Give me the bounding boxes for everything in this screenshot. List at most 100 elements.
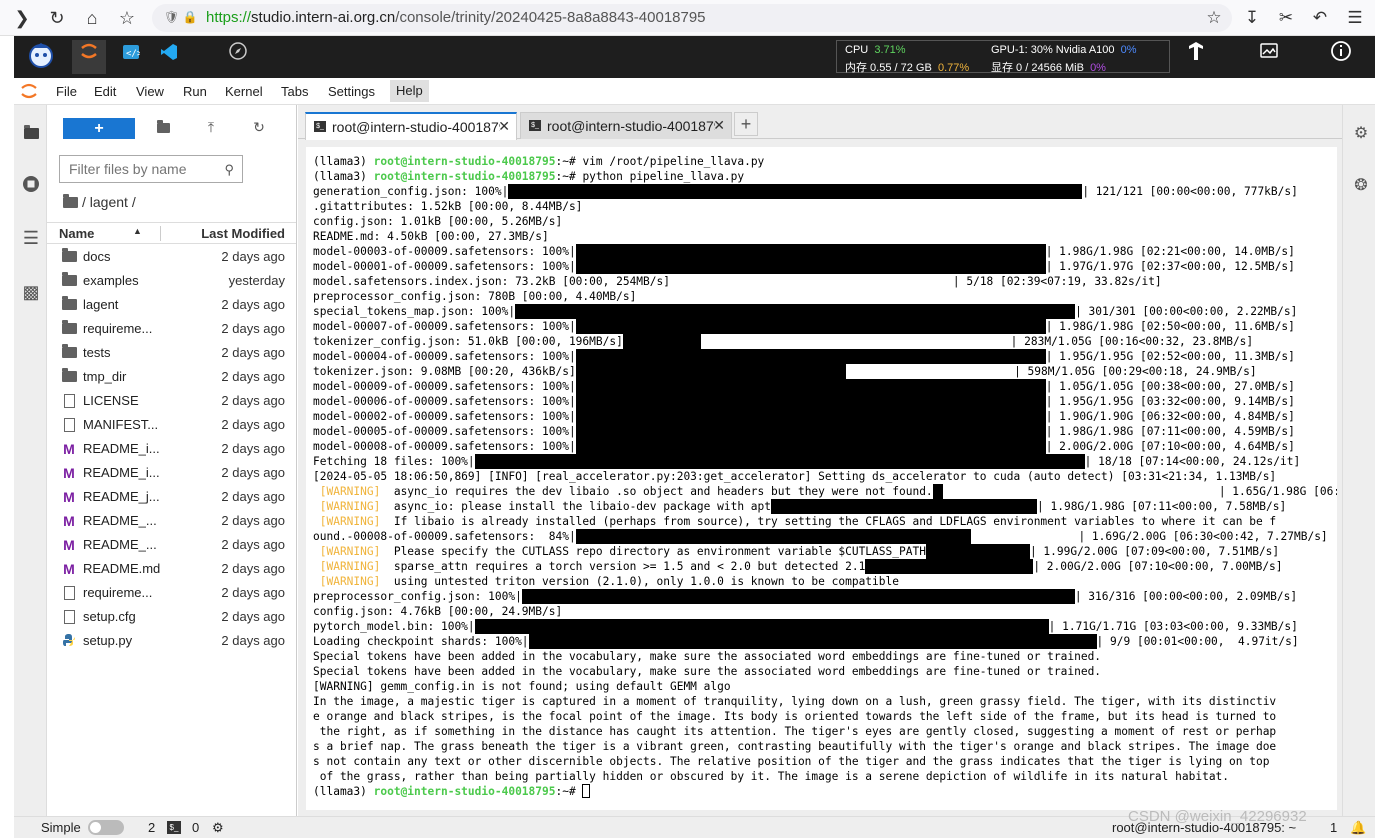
progress-bar-fill xyxy=(474,454,1085,469)
new-folder-icon[interactable] xyxy=(153,119,173,139)
progress-bar-fill xyxy=(575,319,1046,334)
terminal-line: config.json: 1.01kB [00:00, 5.26MB/s] xyxy=(313,215,563,228)
page-bookmark-icon[interactable]: ☆ xyxy=(1202,6,1226,30)
file-modified: 2 days ago xyxy=(221,369,285,384)
terminal-icon: $_ xyxy=(529,120,541,131)
breadcrumb[interactable]: / lagent / xyxy=(63,194,136,210)
menu-edit[interactable]: Edit xyxy=(94,84,116,99)
file-row[interactable]: examples yesterday xyxy=(47,269,296,293)
terminal-output[interactable]: (llama3) root@intern-studio-40018795:~# … xyxy=(306,147,1337,810)
terminal-line: of the grass, rather than being partiall… xyxy=(313,770,1230,783)
column-name[interactable]: Name xyxy=(59,226,94,241)
upload-icon[interactable]: ⤒ xyxy=(201,119,221,139)
info-icon[interactable] xyxy=(1324,40,1358,74)
terminal-line: model-00006-of-00009.safetensors: 100%| |… xyxy=(313,394,1295,409)
cut-icon[interactable]: ✂ xyxy=(1274,6,1298,30)
progress-bar-fill xyxy=(575,424,1046,439)
folder-icon[interactable] xyxy=(20,121,42,143)
markdown-icon: M xyxy=(63,561,75,577)
close-icon[interactable]: ✕ xyxy=(498,118,510,135)
file-row[interactable]: setup.cfg 2 days ago xyxy=(47,605,296,629)
site-security-icon[interactable]: 🛡 🔒 xyxy=(164,10,198,24)
terminal-cursor xyxy=(582,784,591,798)
file-name: examples xyxy=(83,273,139,288)
home-icon[interactable]: ⌂ xyxy=(80,6,104,30)
terminal-line: s a brief nap. The grass beneath the tig… xyxy=(313,740,1277,753)
undo-icon[interactable]: ↶ xyxy=(1308,6,1332,30)
file-name: LICENSE xyxy=(83,393,139,408)
file-name: README_... xyxy=(83,537,157,552)
property-inspector-icon[interactable]: ⚙ xyxy=(1352,123,1370,142)
tab-terminal-1[interactable]: $_ root@intern-studio-40018795: ~ ✕ xyxy=(305,112,517,140)
code-icon[interactable]: </> xyxy=(114,40,148,74)
menu-file[interactable]: File xyxy=(56,84,77,99)
file-icon xyxy=(61,393,77,409)
menu-help[interactable]: Help xyxy=(390,80,429,102)
file-row[interactable]: lagent 2 days ago xyxy=(47,293,296,317)
file-row[interactable]: M README_i... 2 days ago xyxy=(47,461,296,485)
file-row[interactable]: LICENSE 2 days ago xyxy=(47,389,296,413)
file-row[interactable]: tmp_dir 2 days ago xyxy=(47,365,296,389)
file-row[interactable]: MANIFEST... 2 days ago xyxy=(47,413,296,437)
file-modified: 2 days ago xyxy=(221,489,285,504)
menu-tabs[interactable]: Tabs xyxy=(281,84,308,99)
forward-icon[interactable]: ❯ xyxy=(10,6,34,30)
terminal-line: In the image, a majestic tiger is captur… xyxy=(313,695,1277,708)
menu-run[interactable]: Run xyxy=(183,84,207,99)
file-row[interactable]: M README_... 2 days ago xyxy=(47,533,296,557)
address-bar[interactable]: https://studio.intern-ai.org.cn/console/… xyxy=(152,4,1232,32)
reload-icon[interactable]: ↻ xyxy=(45,6,69,30)
file-name: setup.cfg xyxy=(83,609,136,624)
vscode-icon[interactable] xyxy=(152,40,186,74)
kernel-status-icon[interactable]: ⚙ xyxy=(212,820,224,836)
terminal-count[interactable]: 2 xyxy=(148,820,155,835)
download-icon[interactable]: ↧ xyxy=(1240,6,1264,30)
notification-bell-icon[interactable]: 🔔 xyxy=(1350,820,1366,836)
running-icon[interactable] xyxy=(20,175,42,197)
main-area: $_ root@intern-studio-40018795: ~ ✕ $_ r… xyxy=(298,105,1342,816)
add-tab-button[interactable]: + xyxy=(734,112,758,136)
terminal-line: preprocessor_config.json: 100%| | 316/316… xyxy=(313,589,1298,604)
jupyter-icon[interactable] xyxy=(72,40,106,74)
filter-files-input[interactable]: Filter files by name ⚲ xyxy=(59,155,243,183)
terminal-line: config.json: 4.76kB [00:00, 24.9MB/s] xyxy=(313,605,563,618)
terminal-line: model.safetensors.index.json: 73.2kB [00… xyxy=(313,275,1162,288)
file-modified: 2 days ago xyxy=(221,561,285,576)
new-launcher-button[interactable]: + xyxy=(63,118,135,139)
debugger-icon[interactable]: ❂ xyxy=(1352,175,1370,194)
image-settings-icon[interactable] xyxy=(1252,40,1286,74)
file-name: tmp_dir xyxy=(83,369,127,384)
menu-settings[interactable]: Settings xyxy=(328,84,375,99)
compass-icon[interactable] xyxy=(221,40,255,74)
bookmark-star-icon[interactable]: ☆ xyxy=(115,6,139,30)
file-row[interactable]: M README_i... 2 days ago xyxy=(47,437,296,461)
tab-terminal-2[interactable]: $_ root@intern-studio-40018795: ~ ✕ xyxy=(520,112,732,139)
file-row[interactable]: requireme... 2 days ago xyxy=(47,317,296,341)
studio-logo-icon[interactable] xyxy=(24,40,58,74)
file-row[interactable]: setup.py 2 days ago xyxy=(47,629,296,653)
menu-icon[interactable]: ☰ xyxy=(1343,6,1367,30)
markdown-icon: M xyxy=(63,513,75,529)
file-row[interactable]: tests 2 days ago xyxy=(47,341,296,365)
table-of-contents-icon[interactable]: ☰ xyxy=(20,227,42,249)
terminal-line: (llama3) root@intern-studio-40018795:~# … xyxy=(313,170,745,183)
progress-bar-fill xyxy=(575,394,1046,409)
file-row[interactable]: docs 2 days ago xyxy=(47,245,296,269)
kernel-count[interactable]: 0 xyxy=(192,820,199,835)
file-row[interactable]: M README_j... 2 days ago xyxy=(47,485,296,509)
simple-mode-label: Simple xyxy=(41,820,81,835)
close-icon[interactable]: ✕ xyxy=(713,117,725,134)
terminal-line: model-00004-of-00009.safetensors: 100%| |… xyxy=(313,349,1295,364)
file-row[interactable]: M README.md 2 days ago xyxy=(47,557,296,581)
right-sidebar: ⚙ ❂ xyxy=(1342,105,1375,816)
file-row[interactable]: requireme... 2 days ago xyxy=(47,581,296,605)
refresh-icon[interactable]: ↻ xyxy=(249,119,269,139)
simple-mode-toggle[interactable] xyxy=(88,820,124,835)
tensorflow-icon[interactable] xyxy=(1179,40,1213,74)
menu-kernel[interactable]: Kernel xyxy=(225,84,263,99)
file-row[interactable]: M README_... 2 days ago xyxy=(47,509,296,533)
terminal-status-icon[interactable]: $_ xyxy=(167,821,181,834)
menu-view[interactable]: View xyxy=(136,84,164,99)
column-last-modified[interactable]: Last Modified xyxy=(201,226,285,241)
extensions-icon[interactable]: ▩ xyxy=(20,281,42,303)
